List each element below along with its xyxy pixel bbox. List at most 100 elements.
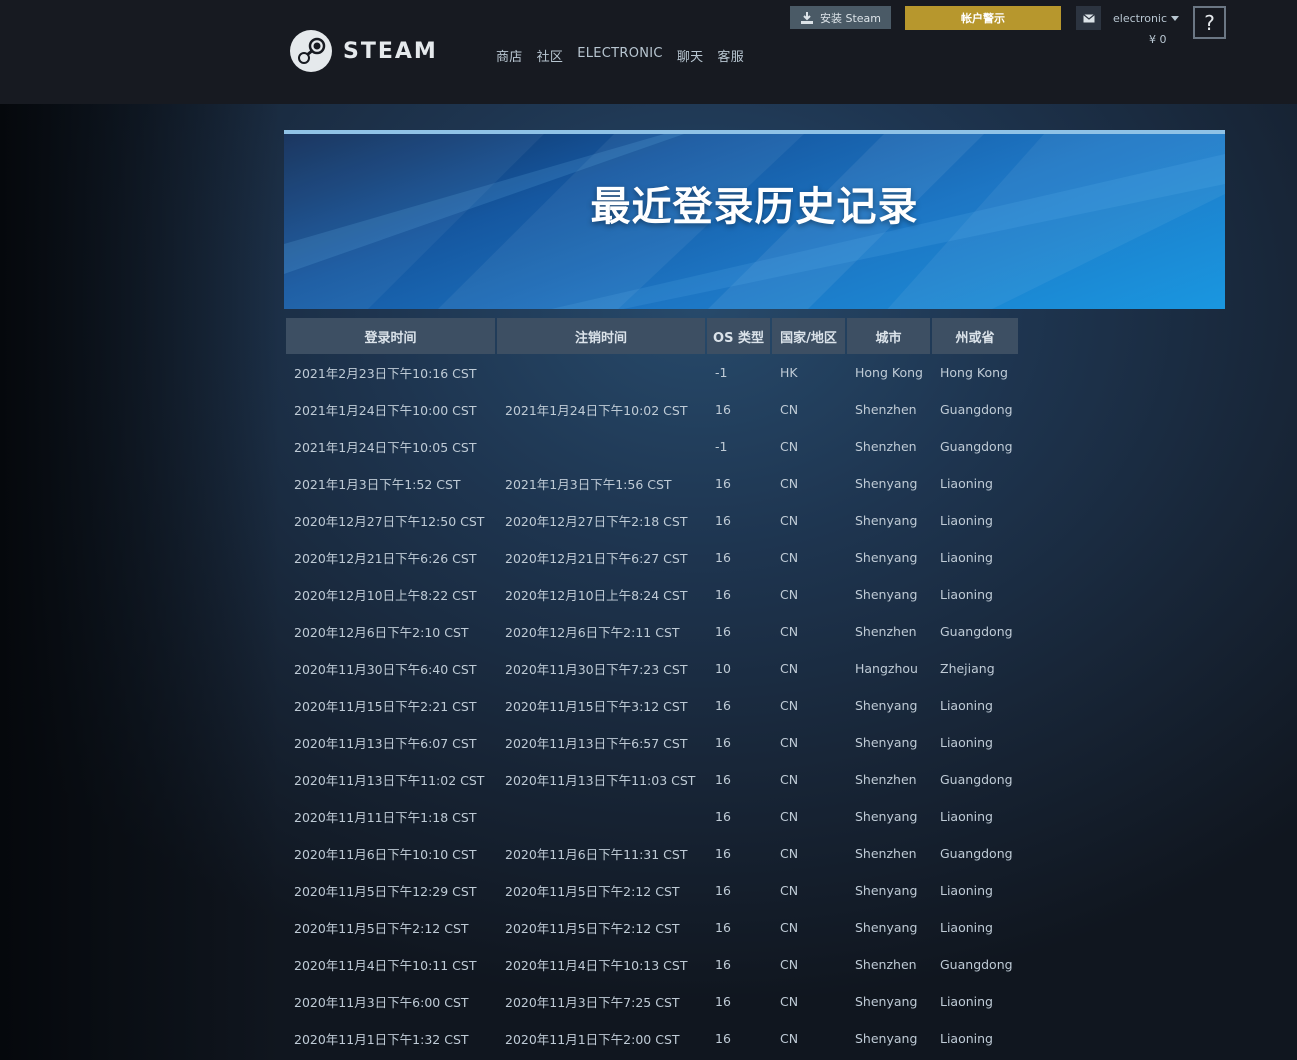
logout-time-cell: 2020年12月27日下午2:18 CST (505, 514, 688, 529)
logout-time-cell: 2020年11月30日下午7:23 CST (505, 662, 688, 677)
login-time-cell: 2021年2月23日下午10:16 CST (294, 366, 477, 381)
table-row: 2020年11月11日下午1:18 CST 16 CN Shenyang Liaonin… (286, 798, 1018, 835)
state-cell: Zhejiang (940, 661, 995, 676)
logout-time-cell: 2020年12月6日下午2:11 CST (505, 625, 680, 640)
logout-time-cell: 2020年11月6日下午11:31 CST (505, 847, 688, 862)
notifications-button[interactable] (1076, 6, 1101, 30)
logout-time-cell: 2020年12月21日下午6:27 CST (505, 551, 688, 566)
state-cell: Liaoning (940, 920, 993, 935)
table-row: 2020年11月5日下午2:12 CST 2020年11月5日下午2:12 CST… (286, 909, 1018, 946)
nav-profile[interactable]: ELECTRONIC (577, 46, 663, 65)
state-cell: Liaoning (940, 735, 993, 750)
chevron-down-icon (1171, 16, 1180, 21)
country-cell: CN (780, 476, 799, 491)
login-time-cell: 2021年1月24日下午10:00 CST (294, 403, 477, 418)
steam-logo[interactable]: STEAM (289, 29, 438, 73)
login-time-cell: 2020年12月21日下午6:26 CST (294, 551, 477, 566)
city-cell: Shenyang (855, 587, 918, 602)
login-time-cell: 2020年11月30日下午6:40 CST (294, 662, 477, 677)
country-cell: CN (780, 957, 799, 972)
state-cell: Liaoning (940, 476, 993, 491)
country-cell: CN (780, 439, 799, 454)
nav-store[interactable]: 商店 (496, 46, 523, 65)
country-cell: CN (780, 550, 799, 565)
table-row: 2020年12月10日上午8:22 CST 2020年12月10日上午8:24 C… (286, 576, 1018, 613)
global-header: STEAM 商店 社区 ELECTRONIC 聊天 客服 安装 Steam 帐户… (0, 0, 1297, 104)
state-cell: Liaoning (940, 698, 993, 713)
login-time-cell: 2020年11月5日下午12:29 CST (294, 884, 477, 899)
steam-logo-icon (290, 30, 332, 72)
main-nav: 商店 社区 ELECTRONIC 聊天 客服 (496, 46, 744, 65)
login-time-cell: 2021年1月24日下午10:05 CST (294, 440, 477, 455)
download-icon (800, 11, 813, 24)
nav-chat[interactable]: 聊天 (677, 46, 704, 65)
header-logout-time: 注销时间 (497, 318, 705, 354)
table-row: 2020年11月3日下午6:00 CST 2020年11月3日下午7:25 CST… (286, 983, 1018, 1020)
table-row: 2021年2月23日下午10:16 CST -1 HK Hong Kong Hong K… (286, 354, 1018, 391)
os-type-cell: -1 (715, 365, 728, 380)
country-cell: CN (780, 735, 799, 750)
country-cell: CN (780, 920, 799, 935)
login-time-cell: 2020年11月13日下午11:02 CST (294, 773, 485, 788)
city-cell: Shenzhen (855, 624, 917, 639)
background-shadow (0, 104, 280, 1060)
state-cell: Guangdong (940, 402, 1013, 417)
country-cell: CN (780, 698, 799, 713)
account-alert-button[interactable]: 帐户警示 (905, 6, 1061, 30)
help-button[interactable]: ? (1193, 6, 1226, 39)
country-cell: CN (780, 624, 799, 639)
login-time-cell: 2020年12月27日下午12:50 CST (294, 514, 485, 529)
country-cell: CN (780, 587, 799, 602)
login-time-cell: 2020年11月13日下午6:07 CST (294, 736, 477, 751)
table-row: 2021年1月24日下午10:05 CST -1 CN Shenzhen Guangdo… (286, 428, 1018, 465)
country-cell: CN (780, 1031, 799, 1046)
table-row: 2020年12月27日下午12:50 CST 2020年12月27日下午2:18 … (286, 502, 1018, 539)
logout-time-cell (497, 428, 705, 465)
country-cell: CN (780, 661, 799, 676)
table-row: 2020年11月6日下午10:10 CST 2020年11月6日下午11:31 C… (286, 835, 1018, 872)
header-city: 城市 (847, 318, 930, 354)
state-cell: Guangdong (940, 439, 1013, 454)
os-type-cell: 16 (715, 513, 731, 528)
login-time-cell: 2020年11月6日下午10:10 CST (294, 847, 477, 862)
logout-time-cell: 2020年11月5日下午2:12 CST (505, 884, 680, 899)
state-cell: Liaoning (940, 883, 993, 898)
state-cell: Liaoning (940, 809, 993, 824)
os-type-cell: 16 (715, 809, 731, 824)
logout-time-cell: 2020年11月13日下午11:03 CST (505, 773, 696, 788)
city-cell: Shenyang (855, 809, 918, 824)
logout-time-cell: 2020年11月15日下午3:12 CST (505, 699, 688, 714)
table-row: 2020年11月13日下午11:02 CST 2020年11月13日下午11:03… (286, 761, 1018, 798)
city-cell: Shenzhen (855, 402, 917, 417)
os-type-cell: 16 (715, 624, 731, 639)
city-cell: Shenyang (855, 735, 918, 750)
country-cell: CN (780, 994, 799, 1009)
header-state: 州或省 (932, 318, 1018, 354)
login-time-cell: 2020年11月4日下午10:11 CST (294, 958, 477, 973)
login-time-cell: 2020年11月3日下午6:00 CST (294, 995, 469, 1010)
city-cell: Shenyang (855, 883, 918, 898)
city-cell: Hong Kong (855, 365, 923, 380)
city-cell: Shenyang (855, 698, 918, 713)
city-cell: Shenyang (855, 476, 918, 491)
logout-time-cell: 2020年11月3日下午7:25 CST (505, 995, 680, 1010)
login-time-cell: 2020年11月15日下午2:21 CST (294, 699, 477, 714)
header-os-type: OS 类型 (707, 318, 770, 354)
table-row: 2020年11月1日下午1:32 CST 2020年11月1日下午2:00 CST… (286, 1020, 1018, 1057)
country-cell: CN (780, 402, 799, 417)
table-row: 2020年11月5日下午12:29 CST 2020年11月5日下午2:12 CS… (286, 872, 1018, 909)
page-title: 最近登录历史记录 (590, 184, 919, 230)
logout-time-cell: 2020年11月4日下午10:13 CST (505, 958, 688, 973)
nav-support[interactable]: 客服 (717, 46, 744, 65)
city-cell: Shenyang (855, 920, 918, 935)
nav-community[interactable]: 社区 (537, 46, 564, 65)
state-cell: Guangdong (940, 624, 1013, 639)
logout-time-cell: 2020年11月13日下午6:57 CST (505, 736, 688, 751)
header-country: 国家/地区 (772, 318, 845, 354)
login-time-cell: 2020年11月11日下午1:18 CST (294, 810, 477, 825)
login-time-cell: 2020年11月1日下午1:32 CST (294, 1032, 469, 1047)
os-type-cell: 16 (715, 883, 731, 898)
login-history-table: 登录时间 注销时间 OS 类型 国家/地区 城市 州或省 2021年2月23日下… (284, 318, 1020, 1057)
install-steam-button[interactable]: 安装 Steam (790, 6, 891, 29)
account-menu[interactable]: electronic (1113, 12, 1180, 25)
